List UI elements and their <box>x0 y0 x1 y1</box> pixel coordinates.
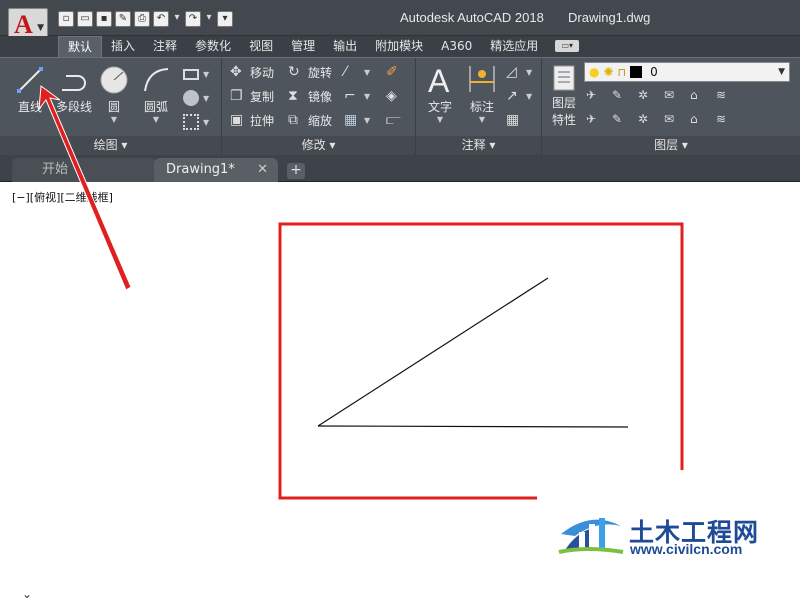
civilcn-logo-icon <box>558 518 624 554</box>
drawn-line-diagonal <box>317 277 549 427</box>
drawn-line-horizontal <box>317 425 629 428</box>
annotation-arrow <box>38 85 132 291</box>
highlight-box <box>278 222 684 500</box>
autocad-window: A ▼ ▫ ▭ ▪ ✎ ⎙ ↶ ▾ ↷ ▾ ▾ Autodesk AutoCAD… <box>0 0 800 600</box>
watermark-url: www.civilcn.com <box>630 541 743 557</box>
